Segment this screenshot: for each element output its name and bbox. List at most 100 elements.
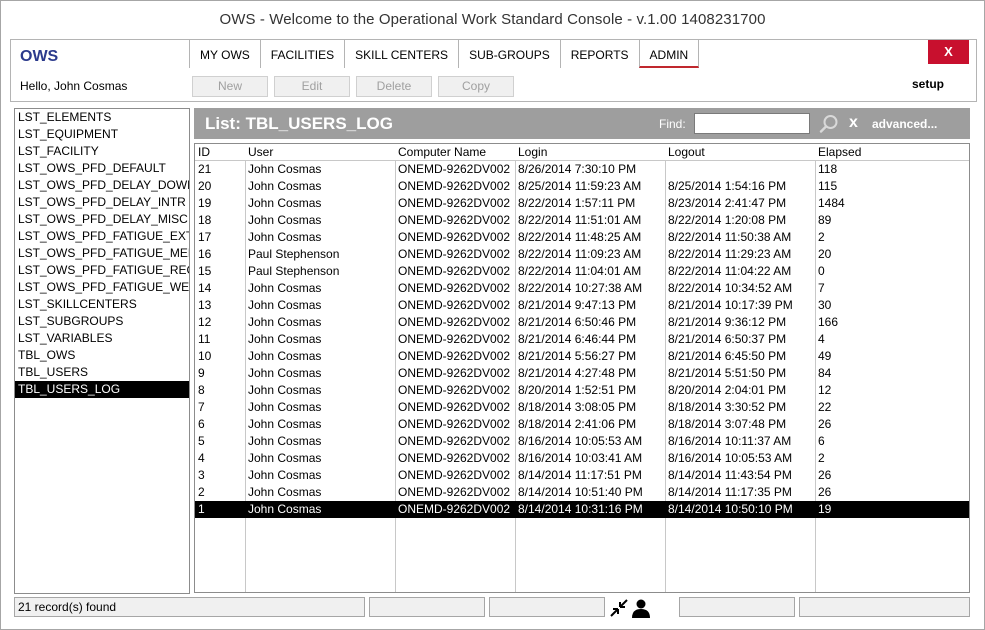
cell-user: John Cosmas xyxy=(248,485,322,499)
collapse-arrows-icon[interactable] xyxy=(609,598,629,618)
clear-find-icon[interactable]: x xyxy=(849,114,858,132)
sidebar-item[interactable]: LST_OWS_PFD_DELAY_INTR xyxy=(15,194,189,211)
table-row[interactable]: 13 John Cosmas ONEMD-9262DV002 8/21/2014 9:… xyxy=(195,297,969,314)
cell-elapsed: 20 xyxy=(818,247,832,261)
cell-elapsed: 22 xyxy=(818,400,832,414)
cell-user: John Cosmas xyxy=(248,451,322,465)
status-bar: 21 record(s) found xyxy=(1,597,984,619)
cell-logout: 8/21/2014 9:36:12 PM xyxy=(668,315,787,329)
setup-link[interactable]: setup xyxy=(912,77,944,91)
cell-user: John Cosmas xyxy=(248,213,322,227)
cell-login: 8/16/2014 10:05:53 AM xyxy=(518,434,643,448)
table-row[interactable]: 14 John Cosmas ONEMD-9262DV002 8/22/2014 10… xyxy=(195,280,969,297)
cell-user: John Cosmas xyxy=(248,468,322,482)
status-panel-4 xyxy=(679,597,795,617)
table-row[interactable]: 1 John Cosmas ONEMD-9262DV002 8/14/2014 10:… xyxy=(195,501,969,518)
cell-user: John Cosmas xyxy=(248,366,322,380)
col-elapsed-header[interactable]: Elapsed xyxy=(815,144,969,161)
sidebar-item[interactable]: LST_OWS_PFD_DELAY_MISC xyxy=(15,211,189,228)
cell-computer-name: ONEMD-9262DV002 xyxy=(398,400,511,414)
table-row[interactable]: 3 John Cosmas ONEMD-9262DV002 8/14/2014 11:… xyxy=(195,467,969,484)
user-icon[interactable] xyxy=(631,598,651,618)
cell-id: 20 xyxy=(198,179,212,193)
cell-id: 21 xyxy=(198,162,212,176)
cell-user: John Cosmas xyxy=(248,179,322,193)
table-row[interactable]: 2 John Cosmas ONEMD-9262DV002 8/14/2014 10:… xyxy=(195,484,969,501)
table-row[interactable]: 17 John Cosmas ONEMD-9262DV002 8/22/2014 11… xyxy=(195,229,969,246)
cell-id: 13 xyxy=(198,298,212,312)
cell-elapsed: 2 xyxy=(818,230,825,244)
cell-id: 15 xyxy=(198,264,212,278)
cell-user: John Cosmas xyxy=(248,417,322,431)
sidebar-item[interactable]: TBL_USERS_LOG xyxy=(15,381,189,398)
close-button[interactable]: X xyxy=(928,40,969,64)
col-logout-header[interactable]: Logout xyxy=(665,144,815,161)
new-button[interactable]: New xyxy=(192,76,268,97)
delete-button[interactable]: Delete xyxy=(356,76,432,97)
sidebar-item[interactable]: TBL_OWS xyxy=(15,347,189,364)
find-input[interactable] xyxy=(694,113,810,134)
sidebar-item[interactable]: LST_OWS_PFD_FATIGUE_MEN xyxy=(15,245,189,262)
nav-tab-sub-groups[interactable]: SUB-GROUPS xyxy=(458,40,560,68)
sidebar-item[interactable]: LST_OWS_PFD_DEFAULT xyxy=(15,160,189,177)
window-title: OWS - Welcome to the Operational Work St… xyxy=(219,11,766,28)
table-row[interactable]: 8 John Cosmas ONEMD-9262DV002 8/20/2014 1:5… xyxy=(195,382,969,399)
table-row[interactable]: 4 John Cosmas ONEMD-9262DV002 8/16/2014 10:… xyxy=(195,450,969,467)
status-icons xyxy=(609,597,653,619)
edit-button[interactable]: Edit xyxy=(274,76,350,97)
search-icon[interactable] xyxy=(819,114,839,134)
sidebar-item[interactable]: LST_SKILLCENTERS xyxy=(15,296,189,313)
table-row[interactable]: 16 Paul Stephenson ONEMD-9262DV002 8/22/201… xyxy=(195,246,969,263)
table-row[interactable]: 6 John Cosmas ONEMD-9262DV002 8/18/2014 2:4… xyxy=(195,416,969,433)
sidebar-item[interactable]: LST_EQUIPMENT xyxy=(15,126,189,143)
table-row[interactable]: 5 John Cosmas ONEMD-9262DV002 8/16/2014 10:… xyxy=(195,433,969,450)
cell-elapsed: 49 xyxy=(818,349,832,363)
copy-button[interactable]: Copy xyxy=(438,76,514,97)
cell-login: 8/22/2014 1:57:11 PM xyxy=(518,196,636,210)
table-row[interactable]: 9 John Cosmas ONEMD-9262DV002 8/21/2014 4:2… xyxy=(195,365,969,382)
cell-logout: 8/22/2014 11:50:38 AM xyxy=(668,230,792,244)
cell-logout: 8/20/2014 2:04:01 PM xyxy=(668,383,787,397)
sidebar-item[interactable]: LST_OWS_PFD_DELAY_DOWN xyxy=(15,177,189,194)
col-login-header[interactable]: Login xyxy=(515,144,665,161)
col-user-header[interactable]: User xyxy=(245,144,395,161)
sidebar-item[interactable]: LST_SUBGROUPS xyxy=(15,313,189,330)
cell-id: 10 xyxy=(198,349,212,363)
advanced-search-link[interactable]: advanced... xyxy=(872,117,937,131)
col-computer-header[interactable]: Computer Name xyxy=(395,144,515,161)
sidebar-item[interactable]: LST_VARIABLES xyxy=(15,330,189,347)
cell-logout: 8/14/2014 10:50:10 PM xyxy=(668,502,793,516)
table-row[interactable]: 18 John Cosmas ONEMD-9262DV002 8/22/2014 11… xyxy=(195,212,969,229)
nav-tab-admin[interactable]: ADMIN xyxy=(638,40,700,68)
sidebar-item[interactable]: LST_ELEMENTS xyxy=(15,109,189,126)
sidebar-item[interactable]: LST_OWS_PFD_FATIGUE_EXT xyxy=(15,228,189,245)
table-header-row: ID User Computer Name Login Logout Elapsed xyxy=(195,144,969,161)
cell-login: 8/26/2014 7:30:10 PM xyxy=(518,162,637,176)
sidebar-item[interactable]: LST_OWS_PFD_FATIGUE_REC xyxy=(15,262,189,279)
cell-computer-name: ONEMD-9262DV002 xyxy=(398,315,511,329)
table-row[interactable]: 11 John Cosmas ONEMD-9262DV002 8/21/2014 6:… xyxy=(195,331,969,348)
cell-computer-name: ONEMD-9262DV002 xyxy=(398,298,511,312)
cell-elapsed: 118 xyxy=(818,162,838,176)
table-row[interactable]: 19 John Cosmas ONEMD-9262DV002 8/22/2014 1:… xyxy=(195,195,969,212)
table-row[interactable]: 15 Paul Stephenson ONEMD-9262DV002 8/22/201… xyxy=(195,263,969,280)
table-row[interactable]: 20 John Cosmas ONEMD-9262DV002 8/25/2014 11… xyxy=(195,178,969,195)
cell-login: 8/22/2014 11:51:01 AM xyxy=(518,213,642,227)
cell-login: 8/25/2014 11:59:23 AM xyxy=(518,179,642,193)
table-row[interactable]: 10 John Cosmas ONEMD-9262DV002 8/21/2014 5:… xyxy=(195,348,969,365)
nav-tab-reports[interactable]: REPORTS xyxy=(559,40,639,68)
cell-id: 19 xyxy=(198,196,212,210)
sidebar-item[interactable]: LST_OWS_PFD_FATIGUE_WE xyxy=(15,279,189,296)
nav-tab-skill-centers[interactable]: SKILL CENTERS xyxy=(344,40,458,68)
nav-tab-facilities[interactable]: FACILITIES xyxy=(259,40,344,68)
table-row[interactable]: 12 John Cosmas ONEMD-9262DV002 8/21/2014 6:… xyxy=(195,314,969,331)
cell-id: 4 xyxy=(198,451,205,465)
col-id-header[interactable]: ID xyxy=(195,144,245,161)
table-row[interactable]: 7 John Cosmas ONEMD-9262DV002 8/18/2014 3:0… xyxy=(195,399,969,416)
cell-logout: 8/22/2014 11:04:22 AM xyxy=(668,264,792,278)
sidebar-item[interactable]: LST_FACILITY xyxy=(15,143,189,160)
table-list-sidebar[interactable]: LST_ELEMENTS LST_EQUIPMENT LST_FACILITY LST… xyxy=(14,108,190,594)
table-row[interactable]: 21 John Cosmas ONEMD-9262DV002 8/26/2014 7:… xyxy=(195,161,969,178)
sidebar-item[interactable]: TBL_USERS xyxy=(15,364,189,381)
nav-tab-my-ows[interactable]: MY OWS xyxy=(189,40,260,68)
